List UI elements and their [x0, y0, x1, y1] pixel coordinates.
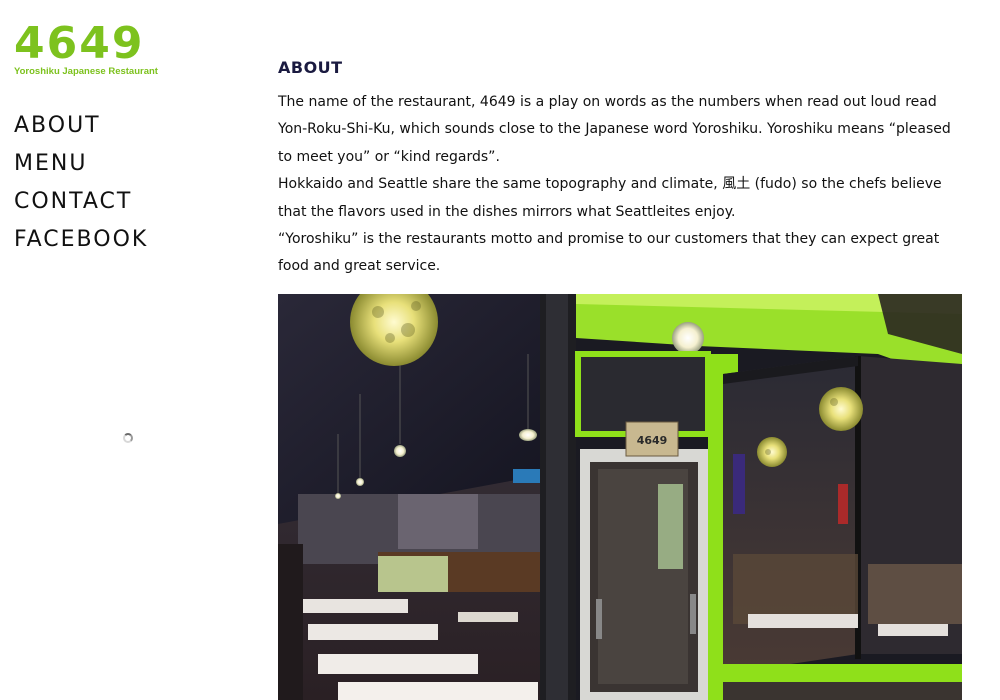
about-paragraph-2: Hokkaido and Seattle share the same topo…: [278, 176, 942, 220]
main-nav: ABOUT MENU CONTACT FACEBOOK: [14, 112, 148, 264]
nav-item-menu[interactable]: MENU: [14, 150, 148, 188]
logo-number: 4649: [14, 18, 145, 69]
logo-subtitle: Yoroshiku Japanese Restaurant: [14, 66, 158, 77]
about-section: ABOUT The name of the restaurant, 4649 i…: [278, 58, 968, 281]
loading-spinner-icon: [123, 433, 133, 443]
nav-item-facebook[interactable]: FACEBOOK: [14, 226, 148, 264]
storefront-sign: 4649: [637, 434, 668, 447]
about-paragraph-3: “Yoroshiku” is the restaurants motto and…: [278, 231, 940, 275]
about-paragraph-1: The name of the restaurant, 4649 is a pl…: [278, 94, 951, 165]
nav-item-about[interactable]: ABOUT: [14, 112, 148, 150]
page-title: ABOUT: [278, 58, 343, 77]
logo[interactable]: 4649 Yoroshiku Japanese Restaurant: [14, 18, 164, 78]
restaurant-photo: 4649: [278, 294, 962, 700]
nav-item-contact[interactable]: CONTACT: [14, 188, 148, 226]
